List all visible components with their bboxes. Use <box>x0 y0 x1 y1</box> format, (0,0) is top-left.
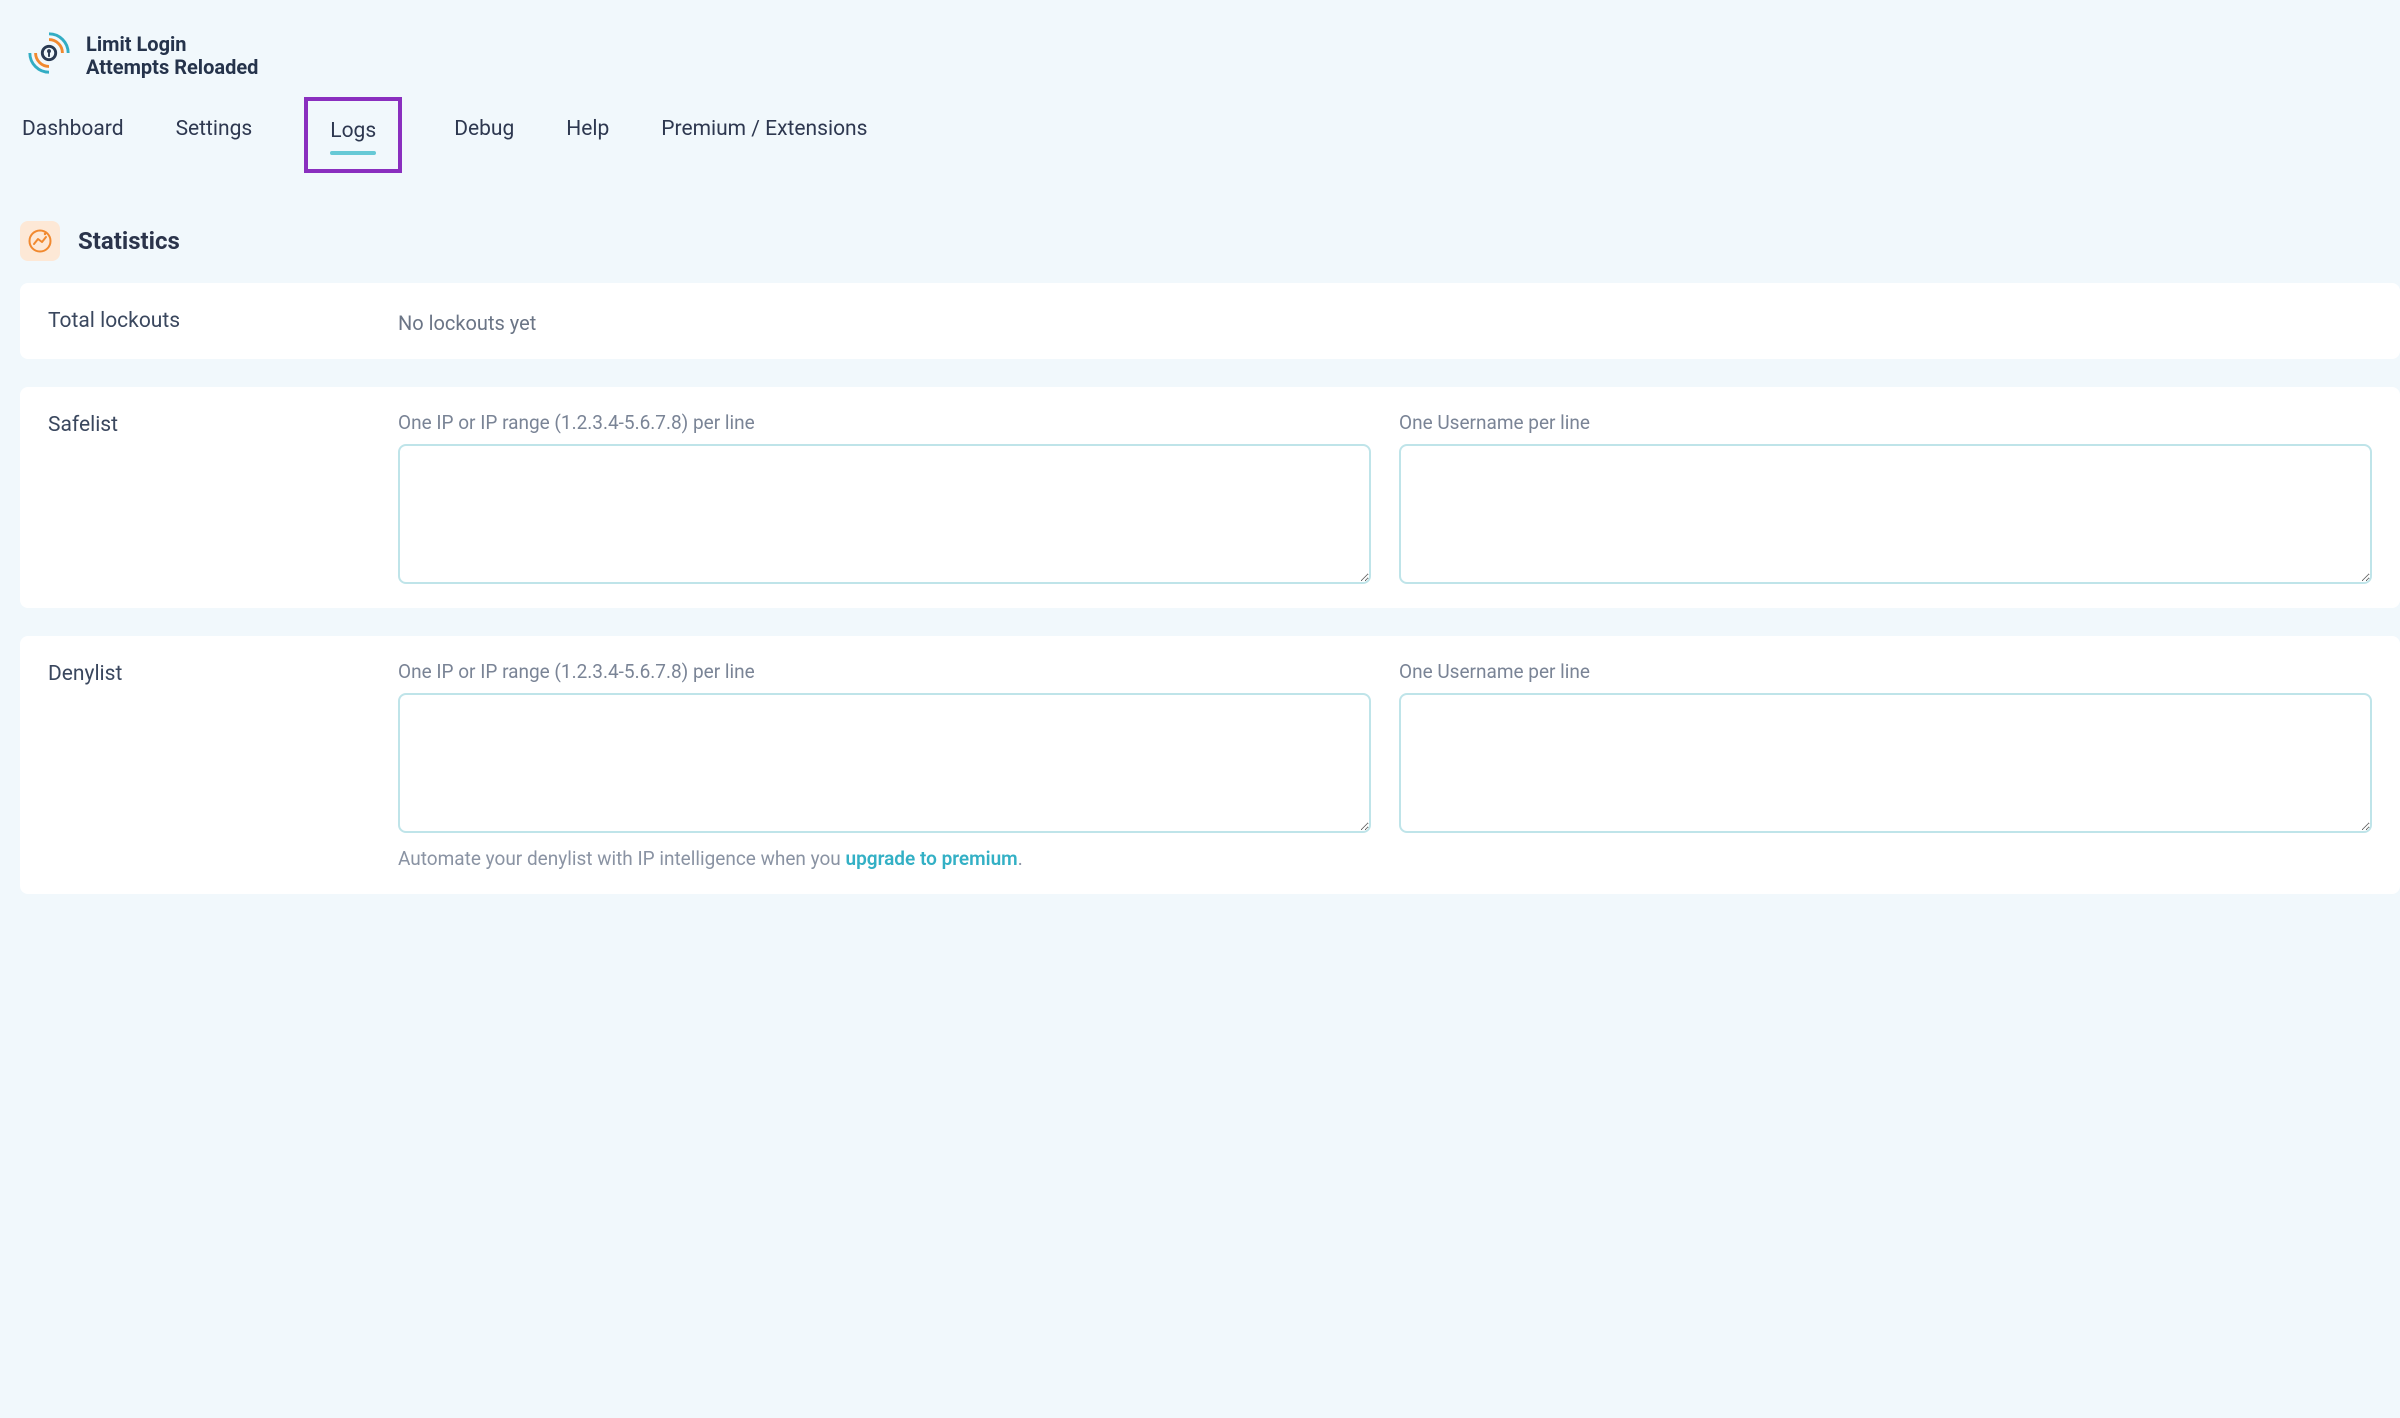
tab-debug[interactable]: Debug <box>454 111 514 147</box>
upgrade-premium-link[interactable]: upgrade to premium <box>845 847 1017 870</box>
safelist-ip-block: One IP or IP range (1.2.3.4-5.6.7.8) per… <box>398 411 1371 584</box>
active-tab-highlight: Logs <box>304 97 402 173</box>
tab-dashboard[interactable]: Dashboard <box>22 111 124 147</box>
tab-bar: Dashboard Settings Logs Debug Help Premi… <box>20 91 2400 193</box>
denylist-user-input[interactable] <box>1399 693 2372 833</box>
brand-title-line1: Limit Login <box>86 33 258 56</box>
denylist-ip-hint: One IP or IP range (1.2.3.4-5.6.7.8) per… <box>398 660 1371 683</box>
safelist-fields: One IP or IP range (1.2.3.4-5.6.7.8) per… <box>398 411 2372 584</box>
safelist-ip-hint: One IP or IP range (1.2.3.4-5.6.7.8) per… <box>398 411 1371 434</box>
safelist-ip-input[interactable] <box>398 444 1371 584</box>
lockouts-value: No lockouts yet <box>398 307 536 335</box>
denylist-user-hint: One Username per line <box>1399 660 2372 683</box>
safelist-card: Safelist One IP or IP range (1.2.3.4-5.6… <box>20 387 2400 608</box>
tab-premium[interactable]: Premium / Extensions <box>661 111 867 147</box>
denylist-fields-wrap: One IP or IP range (1.2.3.4-5.6.7.8) per… <box>398 660 2372 870</box>
denylist-fields: One IP or IP range (1.2.3.4-5.6.7.8) per… <box>398 660 2372 833</box>
safelist-user-input[interactable] <box>1399 444 2372 584</box>
safelist-label: Safelist <box>48 411 398 437</box>
brand-title: Limit Login Attempts Reloaded <box>86 33 258 79</box>
lockouts-card: Total lockouts No lockouts yet <box>20 283 2400 359</box>
denylist-footnote: Automate your denylist with IP intellige… <box>398 847 2372 870</box>
brand-header: Limit Login Attempts Reloaded <box>20 20 2400 91</box>
denylist-row: Denylist One IP or IP range (1.2.3.4-5.6… <box>48 660 2372 870</box>
lockouts-label: Total lockouts <box>48 307 398 333</box>
page-root: Limit Login Attempts Reloaded Dashboard … <box>0 0 2400 914</box>
safelist-row: Safelist One IP or IP range (1.2.3.4-5.6… <box>48 411 2372 584</box>
safelist-user-block: One Username per line <box>1399 411 2372 584</box>
tab-help[interactable]: Help <box>566 111 609 147</box>
safelist-user-hint: One Username per line <box>1399 411 2372 434</box>
lockouts-row: Total lockouts No lockouts yet <box>48 307 2372 335</box>
brand-logo-icon <box>26 30 72 81</box>
denylist-ip-block: One IP or IP range (1.2.3.4-5.6.7.8) per… <box>398 660 1371 833</box>
tab-logs[interactable]: Logs <box>330 113 376 149</box>
brand-title-line2: Attempts Reloaded <box>86 56 258 79</box>
denylist-label: Denylist <box>48 660 398 686</box>
statistics-title: Statistics <box>78 227 180 255</box>
statistics-header: Statistics <box>20 193 2400 283</box>
tab-settings[interactable]: Settings <box>176 111 253 147</box>
denylist-footnote-prefix: Automate your denylist with IP intellige… <box>398 847 845 870</box>
denylist-ip-input[interactable] <box>398 693 1371 833</box>
denylist-footnote-suffix: . <box>1018 847 1023 870</box>
denylist-user-block: One Username per line <box>1399 660 2372 833</box>
statistics-icon <box>20 221 60 261</box>
denylist-card: Denylist One IP or IP range (1.2.3.4-5.6… <box>20 636 2400 894</box>
